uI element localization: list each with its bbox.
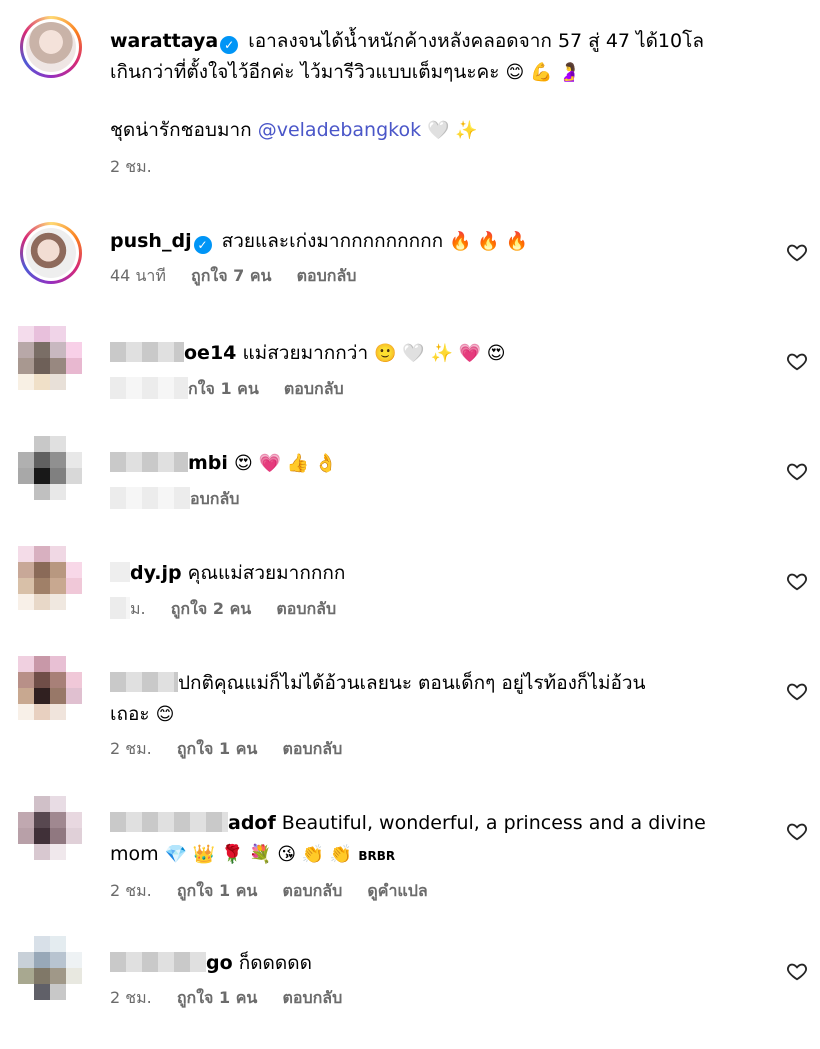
username-redacted <box>110 342 184 362</box>
avatar[interactable] <box>18 436 82 500</box>
comment-item: adof Beautiful, wonderful, a princess an… <box>18 796 808 926</box>
translate-button[interactable]: ดูคำแปล <box>367 881 427 900</box>
comment-item: mbi 😍 💗 👍 👌 อบกลับ <box>18 436 808 532</box>
comment-time: 44 นาที <box>110 266 166 285</box>
username[interactable]: adof <box>228 812 276 834</box>
likes-count[interactable]: ถูกใจ 1 คน <box>177 739 257 758</box>
comment-text-2: เถอะ <box>110 703 150 725</box>
caption-para2-emojis: 🤍 ✨ <box>427 120 478 141</box>
heart-icon[interactable] <box>786 241 808 263</box>
comment-text: สวยและเก่งมากกกกกกกกก <box>221 230 444 252</box>
comment-item: oe14 แม่สวยมากกว่า 🙂 🤍 ✨ 💗 😍 กใจ 1 คน ตอ… <box>18 326 808 422</box>
comment-text: Beautiful, wonderful, a princess and a d… <box>281 812 706 834</box>
caption-text: เอาลงจนได้น้ำหนักค้างหลังคลอดจาก 57 สู่ … <box>248 30 704 52</box>
post-caption: warattaya ✓ เอาลงจนได้น้ำหนักค้างหลังคลอด… <box>18 14 808 194</box>
heart-icon[interactable] <box>786 570 808 592</box>
comment-item: go ก็ดดดดด 2 ชม. ถูกใจ 1 คน ตอบกลับ <box>18 936 808 1036</box>
username-redacted <box>110 452 188 472</box>
reply-button[interactable]: ตอบกลับ <box>284 379 344 398</box>
comment-emojis: 😍 💗 👍 👌 <box>233 453 338 474</box>
avatar[interactable] <box>18 546 82 610</box>
comment-text-2: mom <box>110 843 159 865</box>
reply-button[interactable]: อบกลับ <box>190 489 239 508</box>
username[interactable]: dy.jp <box>130 562 182 584</box>
comment-text: แม่สวยมากกว่า <box>242 342 369 364</box>
comment-emojis: 💎 👑 🌹 💐 😘 👏 👏 <box>164 844 353 865</box>
caption-para2: ชุดน่ารักชอบมาก <box>110 119 252 141</box>
heart-icon[interactable] <box>786 460 808 482</box>
verified-badge-icon: ✓ <box>193 236 212 254</box>
username-redacted <box>110 562 130 582</box>
username[interactable]: push_dj <box>110 230 192 252</box>
avatar[interactable] <box>18 936 82 1000</box>
reply-button[interactable]: ตอบกลับ <box>297 266 357 285</box>
avatar[interactable] <box>18 656 82 720</box>
likes-count[interactable]: กใจ 1 คน <box>188 379 259 398</box>
comment-emojis: 😊 <box>155 704 175 725</box>
caption-text-2: เกินกว่าที่ตั้งใจไว้อีกค่ะ ไว้มารีวิวแบบ… <box>110 61 500 83</box>
username-redacted <box>110 952 206 972</box>
story-ring <box>20 16 82 78</box>
avatar[interactable] <box>18 796 82 860</box>
comment-time: 2 ชม. <box>110 881 152 900</box>
time-redacted <box>110 597 130 619</box>
comment-time: ม. <box>130 599 146 618</box>
comment-text: คุณแม่สวยมากกกก <box>187 562 346 584</box>
verified-badge-icon: ✓ <box>220 36 239 54</box>
username[interactable]: go <box>206 952 233 974</box>
likes-count[interactable]: ถูกใจ 7 คน <box>191 266 271 285</box>
comment-item: ปกติคุณแม่ก็ไม่ได้อ้วนเลยนะ ตอนเด็กๆ อยู… <box>18 656 808 786</box>
avatar[interactable] <box>18 14 86 82</box>
reply-button[interactable]: ตอบกลับ <box>282 988 342 1007</box>
heart-icon[interactable] <box>786 960 808 982</box>
avatar[interactable] <box>18 220 86 288</box>
likes-count[interactable]: ถูกใจ 1 คน <box>177 988 257 1007</box>
comment-item: dy.jp คุณแม่สวยมากกกก ม. ถูกใจ 2 คน ตอบก… <box>18 546 808 642</box>
username[interactable]: mbi <box>188 452 228 474</box>
reply-button[interactable]: ตอบกลับ <box>282 739 342 758</box>
emoji-suffix: BRBR <box>358 849 396 863</box>
comment-text: ก็ดดดดด <box>238 952 312 974</box>
comment-item: push_dj ✓ สวยและเก่งมากกกกกกกกก 🔥 🔥 🔥 44 … <box>18 220 808 316</box>
time-redacted <box>110 377 188 399</box>
heart-icon[interactable] <box>786 820 808 842</box>
heart-icon[interactable] <box>786 350 808 372</box>
username[interactable]: warattaya <box>110 30 218 52</box>
comment-emojis: 🔥 🔥 🔥 <box>449 231 528 252</box>
username-redacted <box>110 672 178 692</box>
comment-time: 2 ชม. <box>110 157 152 176</box>
heart-icon[interactable] <box>786 680 808 702</box>
reply-button[interactable]: ตอบกลับ <box>282 881 342 900</box>
reply-button[interactable]: ตอบกลับ <box>276 599 336 618</box>
comment-time: 2 ชม. <box>110 988 152 1007</box>
comment-emojis: 🙂 🤍 ✨ 💗 😍 <box>374 343 506 364</box>
caption-emojis: 😊 💪 🤰 <box>505 62 581 83</box>
likes-count[interactable]: ถูกใจ 1 คน <box>177 881 257 900</box>
username-redacted <box>110 812 228 832</box>
comment-time: 2 ชม. <box>110 739 152 758</box>
comment-text: ปกติคุณแม่ก็ไม่ได้อ้วนเลยนะ ตอนเด็กๆ อยู… <box>178 672 646 694</box>
avatar[interactable] <box>18 326 82 390</box>
meta-redacted <box>110 487 190 509</box>
likes-count[interactable]: ถูกใจ 2 คน <box>171 599 251 618</box>
mention-link[interactable]: @veladebangkok <box>258 119 421 141</box>
username[interactable]: oe14 <box>184 342 236 364</box>
